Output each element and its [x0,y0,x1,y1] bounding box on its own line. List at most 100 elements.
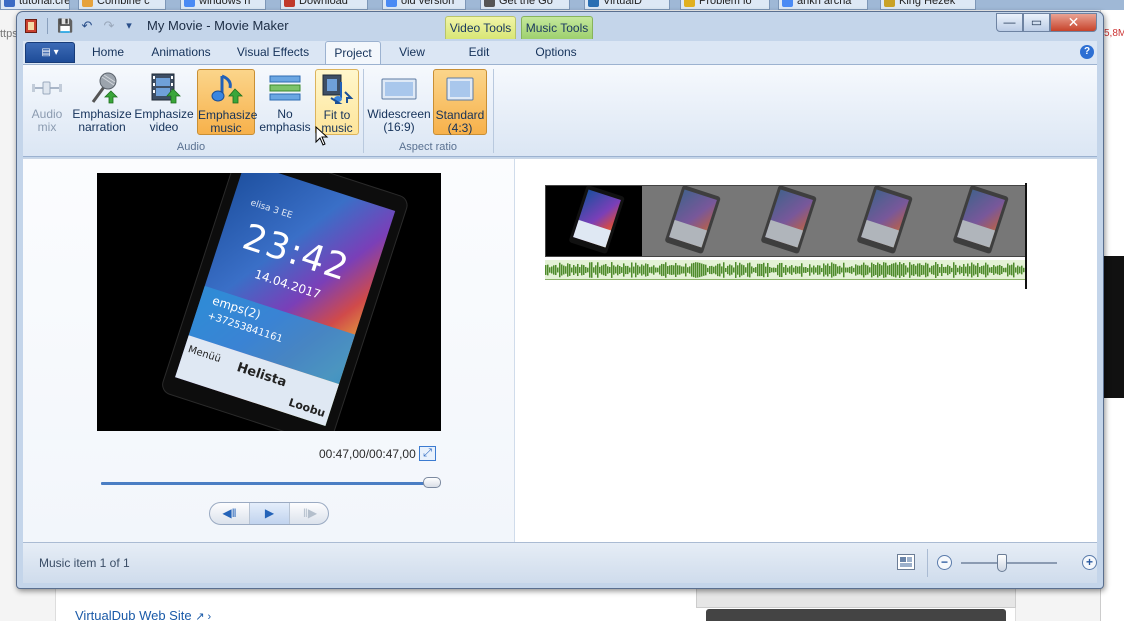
video-thumbnail[interactable] [834,186,930,256]
title-bar[interactable]: 💾 ↶ ↷ ▾ My Movie - Movie Maker Video Too… [17,12,1103,39]
video-thumbnail[interactable] [738,186,834,256]
waveform-bar [603,264,605,276]
tab-animations[interactable]: Animations [141,41,221,64]
video-preview[interactable]: elisa 3 EE 23:42 14.04.2017 emps(2) +372… [97,173,441,431]
waveform-bar [759,263,761,277]
seek-handle[interactable] [423,477,441,488]
waveform-bar [821,267,823,273]
browser-tab[interactable]: Combine c [78,0,166,10]
application-menu-button[interactable]: ▤ ▾ [25,42,75,63]
tab-home[interactable]: Home [81,41,135,64]
waveform-bar [627,265,629,275]
page-download-button[interactable] [706,609,1006,621]
tab-favicon-icon [4,0,15,7]
browser-tab[interactable]: tutorial:cre [0,0,70,10]
tab-project[interactable]: Project [325,41,381,64]
browser-tab[interactable]: ankh archa [778,0,868,10]
help-icon[interactable]: ? [1080,45,1094,59]
audio-mix-button[interactable]: Audio mix [25,69,69,135]
storyboard-pane[interactable] [517,159,1097,543]
waveform-bar [1005,267,1007,273]
widescreen-button[interactable]: Widescreen (16:9) [367,69,431,135]
waveform-bar [787,267,789,273]
music-note-icon [208,72,244,106]
waveform-bar [677,265,679,275]
waveform-bar [583,265,585,275]
waveform-bar [645,263,647,277]
waveform-bar [643,265,645,275]
minimize-button[interactable]: — [996,13,1023,32]
waveform-bar [683,266,685,274]
waveform-bar [721,266,723,274]
zoom-out-icon[interactable]: − [937,555,952,570]
previous-frame-button[interactable]: ◀‖ [210,503,250,524]
browser-tab[interactable]: Download [280,0,368,10]
tab-view[interactable]: View [387,41,437,64]
thumbnail-size-icon[interactable] [897,554,915,570]
waveform-bar [653,265,655,275]
waveform-bar [963,264,965,276]
zoom-slider-handle[interactable] [997,554,1007,572]
browser-tab[interactable]: VirtualD [584,0,670,10]
browser-tab[interactable]: windows n [180,0,266,10]
film-strip-icon [146,71,182,105]
next-frame-button[interactable]: ‖▶ [290,503,330,524]
video-clip[interactable] [545,185,1026,257]
browser-tab-label: Get the Go [499,0,553,7]
waveform-bar [869,267,871,273]
play-button[interactable]: ▶ [250,503,290,524]
browser-tab[interactable]: Problem lo [680,0,770,10]
browser-tab[interactable]: Get the Go [480,0,570,10]
tab-visual-effects[interactable]: Visual Effects [227,41,319,64]
waveform-bar [1017,265,1019,275]
save-icon[interactable]: 💾 [57,18,73,34]
maximize-button[interactable]: ▭ [1023,13,1050,32]
waveform-bar [991,267,993,273]
waveform-bar [937,264,939,276]
movie-maker-app-icon[interactable] [25,19,37,33]
waveform-bar [623,263,625,277]
group-separator [493,69,494,153]
waveform-bar [561,264,563,276]
waveform-bar [941,263,943,277]
waveform-bar [973,264,975,276]
tab-options[interactable]: Options [527,41,585,64]
waveform-bar [621,267,623,273]
browser-tab[interactable]: old version [382,0,466,10]
redo-icon[interactable]: ↷ [101,18,117,34]
video-thumbnail[interactable] [930,186,1026,256]
waveform-bar [755,267,757,273]
playback-position-indicator[interactable] [1025,183,1027,289]
zoom-in-icon[interactable]: + [1082,555,1097,570]
waveform-bar [765,266,767,274]
virtualdub-site-link[interactable]: VirtualDub Web Site ↗ › [75,608,211,621]
waveform-bar [799,266,801,274]
music-track[interactable] [545,260,1025,280]
undo-icon[interactable]: ↶ [79,18,95,34]
video-thumbnail[interactable] [642,186,738,256]
music-waveform [545,262,1025,278]
waveform-bar [607,266,609,274]
waveform-bar [969,266,971,274]
emphasize-music-button[interactable]: Emphasize music [197,69,257,135]
browser-tab-label: tutorial:cre [19,0,70,7]
emphasize-video-button[interactable]: Emphasize video [133,69,195,135]
customize-toolbar-dropdown-icon[interactable]: ▾ [121,18,137,34]
waveform-bar [859,265,861,275]
waveform-bar [685,263,687,277]
close-button[interactable]: ✕ [1050,13,1097,32]
waveform-bar [833,263,835,277]
tab-edit[interactable]: Edit [451,41,507,64]
zoom-slider-track[interactable] [961,562,1057,564]
playback-controls: ◀‖ ▶ ‖▶ [209,502,329,525]
seek-bar[interactable] [101,482,439,485]
waveform-bar [751,266,753,274]
waveform-bar [779,263,781,277]
video-thumbnail[interactable] [546,186,642,256]
standard-aspect-button[interactable]: Standard (4:3) [433,69,487,135]
fullscreen-icon[interactable]: ⤢ [419,446,436,461]
browser-tab[interactable]: King Hezek [880,0,976,10]
no-emphasis-button[interactable]: No emphasis [257,69,313,135]
tab-favicon-icon [884,0,895,7]
emphasize-narration-button[interactable]: Emphasize narration [71,69,133,135]
